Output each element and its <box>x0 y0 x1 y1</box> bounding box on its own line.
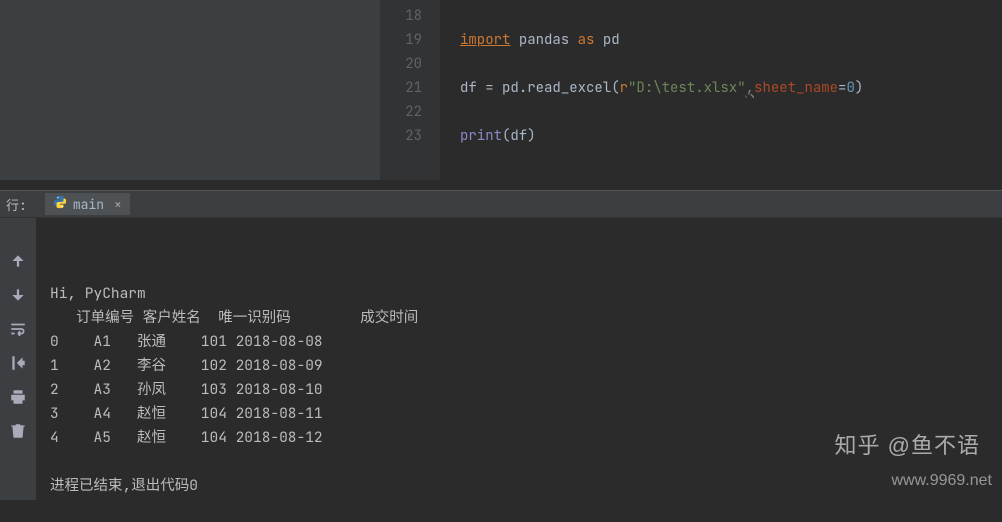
run-tab-main[interactable]: main × <box>45 193 130 215</box>
console-line: 订单编号 客户姓名 唯一识别码 成交时间 <box>50 308 418 327</box>
line-number: 21 <box>380 76 440 100</box>
code-line[interactable]: print(df) <box>460 124 1002 148</box>
console-line: 3 A4 赵恒 104 2018-08-11 <box>50 404 323 423</box>
code-line[interactable]: import pandas as pd <box>460 28 1002 52</box>
code-area[interactable]: import pandas as pd df = pd.read_excel(r… <box>440 0 1002 180</box>
up-arrow-icon[interactable] <box>9 252 27 270</box>
console-line: 0 A1 张通 101 2018-08-08 <box>50 332 323 351</box>
down-arrow-icon[interactable] <box>9 286 27 304</box>
trash-icon[interactable] <box>9 422 27 440</box>
scroll-end-icon[interactable] <box>9 354 27 372</box>
python-icon <box>53 195 67 213</box>
wrap-icon[interactable] <box>9 320 27 338</box>
run-toolbar <box>0 218 36 500</box>
line-number: 20 <box>380 52 440 76</box>
code-line[interactable]: df = pd.read_excel(r"D:\test.xlsx",sheet… <box>460 76 1002 100</box>
line-number: 19 <box>380 28 440 52</box>
watermark-site: www.9969.net <box>891 472 992 490</box>
print-icon[interactable] <box>9 388 27 406</box>
editor-left-background <box>0 0 380 180</box>
close-icon[interactable]: × <box>114 196 122 213</box>
console-line: 进程已结束,退出代码0 <box>50 476 198 495</box>
console-line: 4 A5 赵恒 104 2018-08-12 <box>50 428 323 447</box>
run-panel-header[interactable]: 行: main × <box>0 190 1002 218</box>
line-number: 23 <box>380 124 440 148</box>
line-number: 22 <box>380 100 440 124</box>
run-tab-label: main <box>73 196 104 213</box>
console-line: Hi, PyCharm <box>50 284 146 303</box>
console-line: 2 A3 孙凤 103 2018-08-10 <box>50 380 323 399</box>
line-number: 18 <box>380 4 440 28</box>
console-line: 1 A2 李谷 102 2018-08-09 <box>50 356 323 375</box>
watermark-zhihu: 知乎 @鱼不语 <box>835 428 980 460</box>
run-panel-label: 行: <box>6 195 27 214</box>
line-number-gutter: 18 19 20 21 22 23 <box>380 0 440 180</box>
code-editor[interactable]: 18 19 20 21 22 23 import pandas as pd df… <box>380 0 1002 180</box>
